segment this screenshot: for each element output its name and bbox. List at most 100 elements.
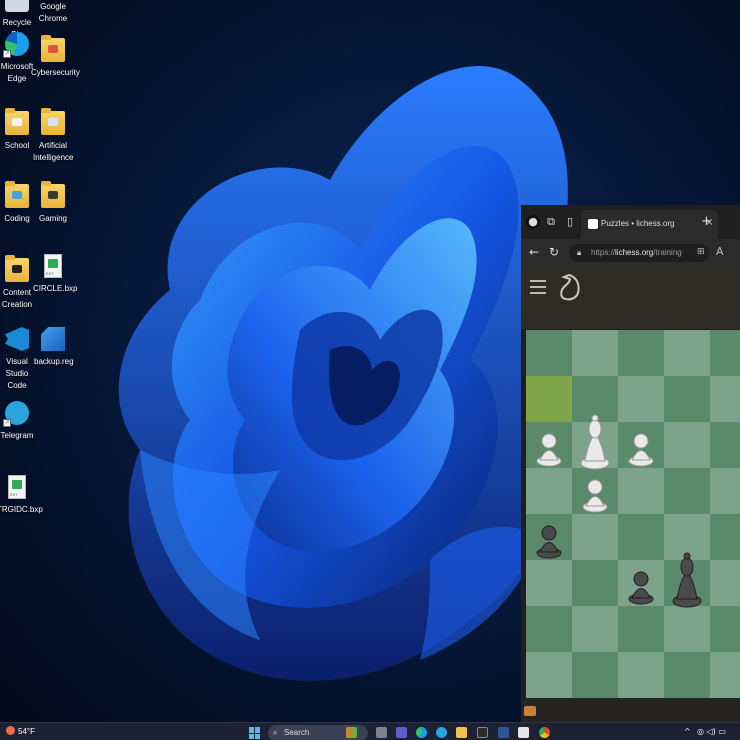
teams-icon[interactable] xyxy=(396,727,407,738)
board-square-d2[interactable] xyxy=(664,606,710,652)
roblox-icon[interactable] xyxy=(518,727,529,738)
url-host: lichess.org xyxy=(615,248,654,257)
lichess-header xyxy=(521,267,740,329)
board-square-a5[interactable] xyxy=(526,468,572,514)
board-square-c7[interactable] xyxy=(618,376,664,422)
desktop-icon-label: Coding xyxy=(4,214,30,223)
board-square-e2[interactable] xyxy=(710,606,740,652)
board-square-a2[interactable] xyxy=(526,606,572,652)
chrome-taskbar-icon[interactable] xyxy=(539,727,550,738)
desktop-icon-label: Google Chrome xyxy=(38,2,68,23)
board-square-e6[interactable] xyxy=(710,422,740,468)
board-square-e1[interactable] xyxy=(710,652,740,698)
board-square-a8[interactable] xyxy=(526,330,572,376)
tray-overflow-button[interactable]: ^ xyxy=(684,727,691,736)
clipboard-icon[interactable] xyxy=(524,706,536,716)
shortcut-arrow-icon: ↗ xyxy=(3,419,11,427)
start-button[interactable] xyxy=(249,727,261,739)
tray-status-icons[interactable]: ◎ ◁) ▭ xyxy=(697,727,726,736)
weather-widget[interactable]: 54°F xyxy=(6,726,35,736)
folder-icon xyxy=(41,108,65,135)
new-tab-button[interactable]: + xyxy=(701,214,712,229)
board-square-d6[interactable] xyxy=(664,422,710,468)
telegram-icon: ↗ xyxy=(3,401,29,427)
split-screen-icon[interactable]: ⊞ xyxy=(697,247,705,257)
board-square-c2[interactable] xyxy=(618,606,664,652)
board-square-e3[interactable] xyxy=(710,560,740,606)
bxp-file-icon: EXT xyxy=(8,475,26,499)
desktop-icon-label: Cybersecurity xyxy=(31,68,80,77)
desktop-icon-label: Gaming xyxy=(38,214,67,223)
folder-icon xyxy=(5,255,29,282)
board-square-e4[interactable] xyxy=(710,514,740,560)
desktop-icon-content-creation[interactable]: Content Creation xyxy=(0,255,36,311)
board-square-c1[interactable] xyxy=(618,652,664,698)
desktop-icon-backup-reg[interactable]: backup.reg xyxy=(34,327,74,368)
desktop-icon-vscode[interactable]: ↗ Visual Studio Code xyxy=(0,327,36,392)
task-view-icon[interactable] xyxy=(376,727,387,738)
board-square-e8[interactable] xyxy=(710,330,740,376)
desktop-icon-artificial-intelligence[interactable]: Artificial Intelligence xyxy=(33,108,73,164)
edge-icon: ↗ xyxy=(3,32,29,58)
workspaces-icon[interactable]: ⧉ xyxy=(544,215,558,229)
back-button[interactable]: ← xyxy=(529,245,539,259)
desktop-icon-coding[interactable]: Coding xyxy=(0,181,36,225)
desktop-icon-trgidc-bxp[interactable]: EXT TRGIDC.bxp xyxy=(0,475,43,516)
telegram-taskbar-icon[interactable] xyxy=(436,727,447,738)
board-square-c4[interactable] xyxy=(618,514,664,560)
desktop-icon-circle-bxp[interactable]: EXT CIRCLE.bxp xyxy=(33,254,78,295)
edge-taskbar-icon[interactable] xyxy=(416,727,427,738)
url-field[interactable]: 🔒︎ https://lichess.org/training xyxy=(569,244,709,262)
desktop-icon-school[interactable]: School xyxy=(0,108,36,152)
folder-icon xyxy=(5,181,29,208)
folder-icon xyxy=(5,108,29,135)
terminal-icon[interactable] xyxy=(498,727,509,738)
board-square-b1[interactable] xyxy=(572,652,618,698)
address-bar-row: ← ↻ 🔒︎ https://lichess.org/training ⊞ A xyxy=(521,239,740,267)
board-square-d7[interactable] xyxy=(664,376,710,422)
menu-icon[interactable] xyxy=(530,280,546,294)
board-square-a3[interactable] xyxy=(526,560,572,606)
desktop-icon-cybersecurity[interactable]: Cybersecurity xyxy=(31,35,80,79)
desktop-icon-label: CIRCLE.bxp xyxy=(33,284,78,293)
desktop-icon-telegram[interactable]: ↗ Telegram xyxy=(0,401,36,442)
board-square-b4[interactable] xyxy=(572,514,618,560)
board-square-b2[interactable] xyxy=(572,606,618,652)
board-square-b3[interactable] xyxy=(572,560,618,606)
vscode-icon: ↗ xyxy=(5,327,29,351)
desktop-icon-label: Telegram xyxy=(0,431,34,440)
board-square-a1[interactable] xyxy=(526,652,572,698)
board-square-e7[interactable] xyxy=(710,376,740,422)
board-square-c5[interactable] xyxy=(618,468,664,514)
lock-icon: 🔒︎ xyxy=(577,248,582,257)
board-square-d1[interactable] xyxy=(664,652,710,698)
folder-icon xyxy=(41,181,65,208)
registry-file-icon xyxy=(41,327,65,351)
reload-button[interactable]: ↻ xyxy=(549,245,559,259)
lichess-logo-icon[interactable] xyxy=(558,273,582,303)
board-square-b8[interactable] xyxy=(572,330,618,376)
desktop-icon-gaming[interactable]: Gaming xyxy=(34,181,72,225)
chess-board[interactable] xyxy=(526,330,740,698)
tab-lichess-puzzles[interactable]: Puzzles • lichess.org × xyxy=(581,210,718,239)
recycle-bin-icon xyxy=(5,0,29,12)
board-square-a7[interactable] xyxy=(526,376,572,422)
board-square-d5[interactable] xyxy=(664,468,710,514)
bxp-file-icon: EXT xyxy=(44,254,62,278)
widgets-icon[interactable] xyxy=(346,727,357,738)
taskbar: 54°F ⌕ Search ^ ◎ ◁) ▭ xyxy=(0,722,740,740)
desktop-icon-label: School xyxy=(4,141,30,150)
board-square-e5[interactable] xyxy=(710,468,740,514)
board-square-c8[interactable] xyxy=(618,330,664,376)
read-aloud-icon[interactable]: A xyxy=(716,245,724,258)
shortcut-arrow-icon: ↗ xyxy=(4,345,11,352)
profile-icon[interactable]: ● xyxy=(526,215,540,229)
board-square-d8[interactable] xyxy=(664,330,710,376)
search-icon: ⌕ xyxy=(273,728,278,737)
app-icon[interactable] xyxy=(477,727,488,738)
url-scheme: https:// xyxy=(591,248,616,257)
browser-window[interactable]: ● ⧉ ▯ Puzzles • lichess.org × + ← ↻ 🔒︎ ht… xyxy=(521,205,740,722)
desktop-icon-chrome[interactable]: Google Chrome xyxy=(34,0,72,25)
file-explorer-icon[interactable] xyxy=(456,727,467,738)
tab-actions-icon[interactable]: ▯ xyxy=(563,215,577,229)
